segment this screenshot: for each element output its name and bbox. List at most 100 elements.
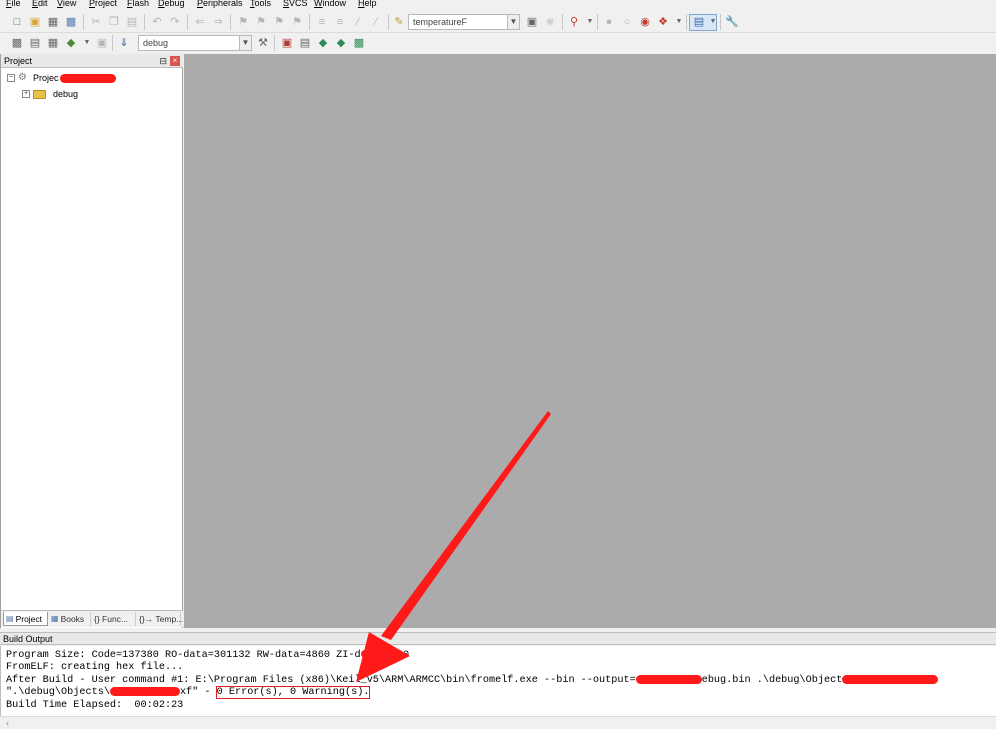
tab-label: {}→ Temp... [139, 614, 184, 624]
uncomment-icon[interactable]: ⁄ [368, 14, 384, 30]
tab-templates[interactable]: {}→ Temp... [137, 612, 184, 626]
tree-item-project[interactable]: − ⚙ Projec [7, 72, 116, 84]
menu-flash[interactable]: Flash [127, 0, 149, 9]
menu-window[interactable]: Window [314, 0, 346, 9]
build-output-panel[interactable]: Program Size: Code=137380 RO-data=301132… [0, 646, 996, 716]
tab-project[interactable]: ▤ Project [3, 612, 48, 626]
build-line-user-command: After Build - User command #1: E:\Progra… [6, 675, 939, 687]
select-pack-icon[interactable]: ◆ [315, 35, 331, 51]
new-file-icon[interactable]: □ [9, 14, 25, 30]
comment-icon[interactable]: ⁄ [350, 14, 366, 30]
error-warning-summary: 0 Error(s), 0 Warning(s). [215, 686, 371, 700]
chevron-down-icon[interactable]: ▼ [79, 35, 95, 51]
download-icon[interactable]: ⇓ [116, 35, 132, 51]
open-file-icon[interactable]: ▣ [27, 14, 43, 30]
breakpoint-kill-icon[interactable]: ❖ [655, 14, 671, 30]
menu-edit[interactable]: Edit [32, 0, 48, 9]
editor-area[interactable] [184, 54, 996, 628]
redaction-mark [360, 650, 379, 659]
chevron-down-icon[interactable]: ▼ [582, 14, 598, 30]
bookmark-prev-icon[interactable]: ⚑ [253, 14, 269, 30]
close-icon[interactable]: × [170, 56, 180, 66]
cut-icon[interactable]: ✂ [88, 14, 104, 30]
project-panel: Project ⊟ × − ⚙ Projec + debug ▤ Project… [0, 54, 183, 628]
nav-back-icon[interactable]: ⇐ [192, 14, 208, 30]
unindent-icon[interactable]: ≡ [332, 14, 348, 30]
browse-icon[interactable]: ⎈ [542, 14, 558, 30]
manage-books-icon[interactable]: ▤ [297, 35, 313, 51]
menu-bar: File Edit View Project Flash Debug Perip… [0, 0, 996, 10]
build-icon[interactable]: ▤ [27, 35, 43, 51]
chevron-down-icon[interactable]: ▼ [507, 15, 519, 29]
build-output-hscrollbar[interactable]: ‹ [0, 716, 996, 729]
menu-debug[interactable]: Debug [158, 0, 185, 9]
breakpoint-disable-icon[interactable]: ◉ [637, 14, 653, 30]
bookmark-clear-icon[interactable]: ⚑ [289, 14, 305, 30]
build-line-fromelf: FromELF: creating hex file... [6, 662, 184, 673]
menu-project[interactable]: Project [89, 0, 117, 9]
folder-icon [33, 89, 46, 99]
build-output-header: Build Output [0, 632, 996, 645]
redaction-mark [109, 687, 180, 696]
copy-icon[interactable]: ❐ [106, 14, 122, 30]
find-in-files-icon[interactable]: ✎ [391, 14, 407, 30]
redo-icon[interactable]: ↷ [167, 14, 183, 30]
undo-icon[interactable]: ↶ [149, 14, 165, 30]
redaction-mark [842, 675, 939, 684]
menu-tools[interactable]: Tools [250, 0, 271, 9]
target-select-value: debug [143, 38, 169, 48]
save-all-icon[interactable]: ▩ [63, 14, 79, 30]
pin-icon[interactable]: ⊟ [159, 54, 167, 68]
target-options-icon[interactable]: ⚒ [255, 35, 271, 51]
scroll-left-icon[interactable]: ‹ [6, 717, 9, 729]
breakpoint-icon[interactable]: ● [601, 14, 617, 30]
nav-forward-icon[interactable]: ⇒ [210, 14, 226, 30]
rebuild-icon[interactable]: ▦ [45, 35, 61, 51]
bookmark-next-icon[interactable]: ⚑ [271, 14, 287, 30]
chevron-down-icon[interactable]: ▼ [705, 14, 721, 30]
build-toolbar: ▩ ▤ ▦ ◆ ▼ ▣ ⇓ debug ▼ ⚒ ▣ ▤ ◆ ◆ ▩ [0, 33, 996, 54]
tab-books[interactable]: ▦ Books [49, 612, 91, 626]
configure-icon[interactable]: 🔧 [724, 14, 740, 30]
translate-icon[interactable]: ▩ [9, 35, 25, 51]
redaction-mark [59, 73, 116, 83]
save-icon[interactable]: ▦ [45, 14, 61, 30]
project-tab-icon: ▤ [6, 613, 14, 623]
chevron-down-icon[interactable]: ▼ [239, 36, 251, 50]
build-line-elapsed: Build Time Elapsed: 00:02:23 [6, 700, 184, 711]
redaction-mark [635, 675, 702, 684]
build-output-title: Build Output [3, 634, 53, 644]
bookmark-icon[interactable]: ⚑ [235, 14, 251, 30]
tab-functions[interactable]: {} Func... [92, 612, 136, 626]
stop-build-icon[interactable]: ▣ [94, 35, 110, 51]
tab-label: Project [15, 613, 43, 624]
paste-icon[interactable]: ▤ [124, 14, 140, 30]
menu-peripherals[interactable]: Peripherals [197, 0, 243, 9]
manage-rte-icon[interactable]: ◆ [333, 35, 349, 51]
menu-file[interactable]: File [6, 0, 21, 9]
menu-help[interactable]: Help [358, 0, 377, 9]
project-root-label: Projec [33, 73, 59, 83]
build-line-program-size: Program Size: Code=137380 RO-data=301132… [6, 650, 410, 661]
batch-build-icon[interactable]: ◆ [63, 35, 79, 51]
project-panel-title: Project [4, 56, 33, 66]
menu-view[interactable]: View [57, 0, 76, 9]
chevron-down-icon[interactable]: ▼ [671, 14, 687, 30]
menu-svcs[interactable]: SVCS [283, 0, 308, 9]
expand-icon[interactable]: + [22, 90, 30, 98]
pack-installer-icon[interactable]: ▩ [351, 35, 367, 51]
incremental-find-icon[interactable]: ▣ [524, 14, 540, 30]
find-combo[interactable]: temperatureF ▼ [408, 14, 520, 30]
tab-label: Books [60, 614, 85, 624]
build-line-result: ".\debug\Objects\ xf" - 0 Error(s), 0 War… [6, 686, 371, 700]
project-panel-header: Project ⊟ × [1, 54, 183, 68]
indent-icon[interactable]: ≡ [314, 14, 330, 30]
project-tabs: ▤ Project ▦ Books {} Func... {}→ Temp... [1, 610, 183, 627]
tree-item-debug[interactable]: + debug [22, 88, 78, 100]
debug-session-icon[interactable]: ⚲ [566, 14, 582, 30]
breakpoint-enable-icon[interactable]: ○ [619, 14, 635, 30]
collapse-icon[interactable]: − [7, 74, 15, 82]
manage-project-icon[interactable]: ▣ [279, 35, 295, 51]
target-select[interactable]: debug ▼ [138, 35, 252, 51]
tab-label: {} Func... [94, 614, 129, 624]
